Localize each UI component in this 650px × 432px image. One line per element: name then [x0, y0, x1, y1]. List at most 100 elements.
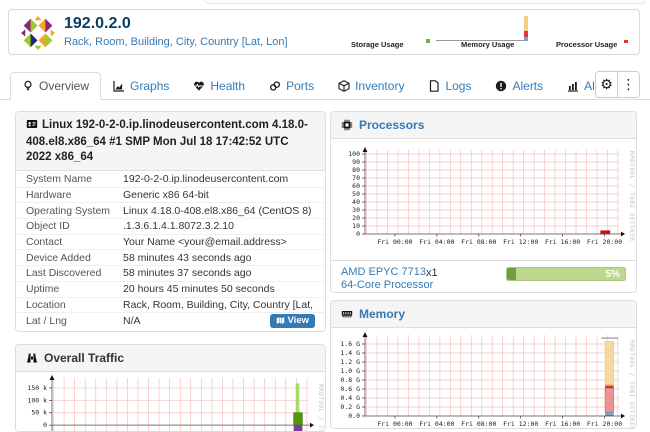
tab-overview[interactable]: Overview: [10, 72, 101, 100]
attr-value: Generic x86 64-bit: [123, 189, 315, 201]
svg-text:0: 0: [43, 421, 47, 429]
cpu-count: x1: [426, 267, 438, 279]
id-card-icon: [26, 118, 38, 135]
processors-panel: Processors RRDTOOL / TOBI OETIKER 010203…: [330, 111, 637, 293]
tab-health[interactable]: Health: [181, 72, 257, 100]
svg-text:Fri 00:00: Fri 00:00: [377, 420, 412, 428]
alert-circle-icon: [495, 80, 507, 92]
attr-label: Object ID: [26, 220, 123, 232]
attr-label: System Name: [26, 173, 123, 185]
svg-text:0.4 G: 0.4 G: [340, 394, 360, 402]
attr-value: 58 minutes 43 seconds ago: [123, 252, 315, 264]
svg-text:1.2 G: 1.2 G: [340, 358, 360, 366]
svg-text:Fri 16:00: Fri 16:00: [545, 420, 580, 428]
memory-heading: Memory: [331, 301, 636, 328]
memory-title[interactable]: Memory: [359, 307, 405, 321]
device-tabbar: Overview Graphs Health Ports Inventory Logs Al…: [0, 69, 650, 100]
memory-icon: [341, 308, 353, 320]
tab-label: Graphs: [130, 79, 169, 93]
device-location-link[interactable]: Rack, Room, Building, City, Country [Lat…: [64, 36, 288, 48]
svg-text:1.6 G: 1.6 G: [340, 340, 360, 348]
device-attr-row: Device Added58 minutes 43 seconds ago: [16, 249, 325, 265]
processor-usage-minigraph[interactable]: [624, 40, 628, 43]
tab-inventory[interactable]: Inventory: [326, 72, 416, 100]
gear-icon[interactable]: ⚙: [596, 72, 617, 97]
device-header-card: 192.0.2.0 Rack, Room, Building, City, Co…: [8, 9, 640, 55]
svg-text:1.4 G: 1.4 G: [340, 349, 360, 357]
svg-text:10: 10: [352, 222, 360, 230]
device-attr-row: ContactYour Name <your@email.address>: [16, 234, 325, 250]
device-info-panel: Linux 192-0-2-0.ip.linodeusercontent.com…: [15, 111, 326, 332]
rrdtool-watermark: RRDTOOL / TOBI OETIKER: [628, 340, 635, 429]
memory-usage-minigraph[interactable]: [434, 15, 534, 42]
device-attr-row: HardwareGeneric x86 64-bit: [16, 187, 325, 203]
tab-ports[interactable]: Ports: [257, 72, 326, 100]
attr-value: Your Name <your@email.address>: [123, 236, 315, 248]
tab-label: Inventory: [355, 79, 404, 93]
memory-panel: Memory RRDTOOL / TOBI OETIKER 0.00.2 G0.…: [330, 300, 637, 429]
storage-usage-label: Storage Usage: [351, 40, 404, 49]
svg-text:0.8 G: 0.8 G: [340, 376, 360, 384]
svg-text:Fri 12:00: Fri 12:00: [503, 420, 538, 428]
svg-text:Fri 20:00: Fri 20:00: [587, 420, 622, 428]
tab-label: Health: [210, 79, 245, 93]
view-map-button[interactable]: View: [270, 314, 315, 328]
tab-label: Alerts: [512, 79, 543, 93]
binoculars-icon: [26, 352, 38, 364]
svg-text:Fri 08:00: Fri 08:00: [461, 238, 496, 246]
storage-usage-minigraph[interactable]: [426, 39, 430, 43]
overall-traffic-chart[interactable]: RRDTOOL / TOBI OETIKER 0 50 k 100 k 150 k: [16, 372, 325, 432]
device-attr-row: Operating SystemLinux 4.18.0-408.el8.x86…: [16, 202, 325, 218]
svg-text:0.0: 0.0: [348, 412, 360, 420]
attr-label: Device Added: [26, 252, 123, 264]
cpu-usage-fill: [507, 268, 516, 280]
logs-icon: [428, 80, 440, 92]
attr-label: Hardware: [26, 189, 123, 201]
tab-label: Overview: [39, 79, 89, 93]
attr-value: 58 minutes 37 seconds ago: [123, 267, 315, 279]
device-attr-row: Uptime20 hours 45 minutes 50 seconds: [16, 281, 325, 297]
svg-text:50 k: 50 k: [31, 409, 47, 417]
rrdtool-watermark: RRDTOOL / TOBI OETIKER: [628, 151, 635, 241]
alert-stats-icon: [567, 80, 579, 92]
area-chart-icon: [113, 80, 125, 92]
svg-text:60: 60: [352, 182, 360, 190]
tab-logs[interactable]: Logs: [416, 72, 483, 100]
svg-text:90: 90: [352, 158, 360, 166]
attr-value: 20 hours 45 minutes 50 seconds: [123, 283, 315, 295]
svg-text:0.2 G: 0.2 G: [340, 403, 360, 411]
memory-chart[interactable]: RRDTOOL / TOBI OETIKER 0.00.2 G0.4 G0.6 …: [331, 328, 636, 429]
device-attr-row: Last Discovered58 minutes 37 seconds ago: [16, 265, 325, 281]
svg-text:1.0 G: 1.0 G: [340, 367, 360, 375]
device-attr-row: Object ID.1.3.6.1.4.1.8072.3.2.10: [16, 218, 325, 234]
svg-text:70: 70: [352, 174, 360, 182]
overall-traffic-title: Overall Traffic: [44, 351, 124, 365]
rrdtool-watermark: RRDTOOL / TOBI OETIKER: [317, 384, 324, 432]
overall-traffic-heading: Overall Traffic: [16, 345, 325, 372]
attr-value: Rack, Room, Building, City, Country [Lat…: [123, 299, 315, 311]
device-attr-row: System Name192-0-2-0.ip.linodeuserconten…: [16, 171, 325, 187]
attr-value: 192-0-2-0.ip.linodeusercontent.com: [123, 173, 315, 185]
svg-text:150 k: 150 k: [27, 384, 47, 392]
svg-text:Fri 04:00: Fri 04:00: [419, 238, 454, 246]
kebab-icon[interactable]: ⋮: [617, 72, 639, 97]
processors-title[interactable]: Processors: [359, 118, 424, 132]
tab-alerts[interactable]: Alerts: [483, 72, 555, 100]
attr-label: Lat / Lng: [26, 315, 123, 327]
centos-logo: [20, 15, 56, 51]
attr-label: Location: [26, 299, 123, 311]
heartbeat-icon: [193, 80, 205, 92]
device-attr-row: Lat / LngN/AView: [16, 312, 325, 328]
processors-chart[interactable]: RRDTOOL / TOBI OETIKER 01020304050607080…: [331, 139, 636, 260]
svg-text:0.6 G: 0.6 G: [340, 385, 360, 393]
svg-text:Fri 04:00: Fri 04:00: [419, 420, 454, 428]
cpu-usage-percent: 5%: [606, 268, 620, 281]
svg-text:100 k: 100 k: [27, 396, 47, 404]
svg-text:0: 0: [356, 230, 360, 238]
processor-usage-label: Processor Usage: [556, 40, 617, 49]
svg-text:Fri 08:00: Fri 08:00: [461, 420, 496, 428]
navbar-remnant: [204, 0, 646, 4]
tab-graphs[interactable]: Graphs: [101, 72, 181, 100]
tab-label: Ports: [286, 79, 314, 93]
lightbulb-icon: [22, 80, 34, 92]
